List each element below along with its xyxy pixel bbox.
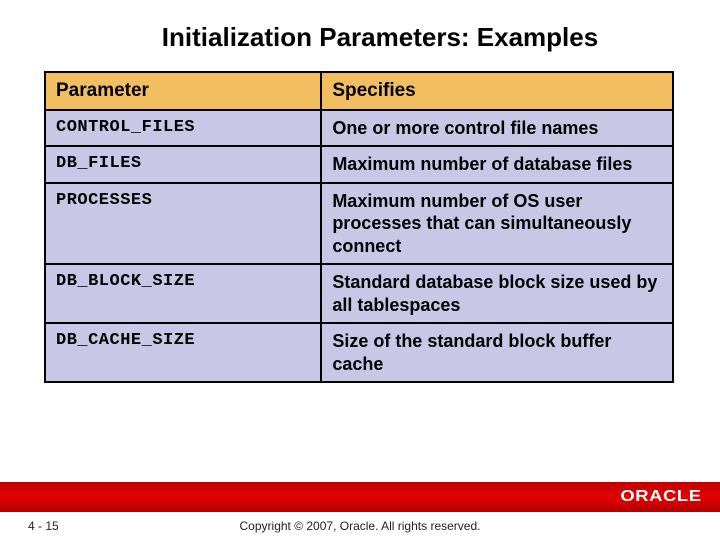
- param-name: CONTROL_FILES: [45, 110, 321, 147]
- param-spec: Standard database block size used by all…: [321, 264, 673, 323]
- copyright-text: Copyright © 2007, Oracle. All rights res…: [80, 519, 720, 533]
- page-title: Initialization Parameters: Examples: [80, 22, 680, 53]
- footer: ORACLE 4 - 15 Copyright © 2007, Oracle. …: [0, 482, 720, 540]
- param-name: DB_CACHE_SIZE: [45, 323, 321, 382]
- oracle-logo: ORACLE: [621, 488, 702, 506]
- param-spec: Size of the standard block buffer cache: [321, 323, 673, 382]
- param-spec: Maximum number of OS user processes that…: [321, 183, 673, 265]
- col-header-specifies: Specifies: [321, 72, 673, 110]
- param-spec: Maximum number of database files: [321, 146, 673, 183]
- param-spec: One or more control file names: [321, 110, 673, 147]
- parameters-table: Parameter Specifies CONTROL_FILES One or…: [44, 71, 674, 383]
- table-row: PROCESSES Maximum number of OS user proc…: [45, 183, 673, 265]
- table-row: CONTROL_FILES One or more control file n…: [45, 110, 673, 147]
- table-header-row: Parameter Specifies: [45, 72, 673, 110]
- table-row: DB_BLOCK_SIZE Standard database block si…: [45, 264, 673, 323]
- param-name: DB_FILES: [45, 146, 321, 183]
- slide: Initialization Parameters: Examples Para…: [0, 0, 720, 540]
- table-row: DB_CACHE_SIZE Size of the standard block…: [45, 323, 673, 382]
- table-row: DB_FILES Maximum number of database file…: [45, 146, 673, 183]
- brand-bar: ORACLE: [0, 482, 720, 512]
- subfooter: 4 - 15 Copyright © 2007, Oracle. All rig…: [0, 512, 720, 540]
- page-number: 4 - 15: [0, 519, 80, 533]
- param-name: PROCESSES: [45, 183, 321, 265]
- param-name: DB_BLOCK_SIZE: [45, 264, 321, 323]
- col-header-parameter: Parameter: [45, 72, 321, 110]
